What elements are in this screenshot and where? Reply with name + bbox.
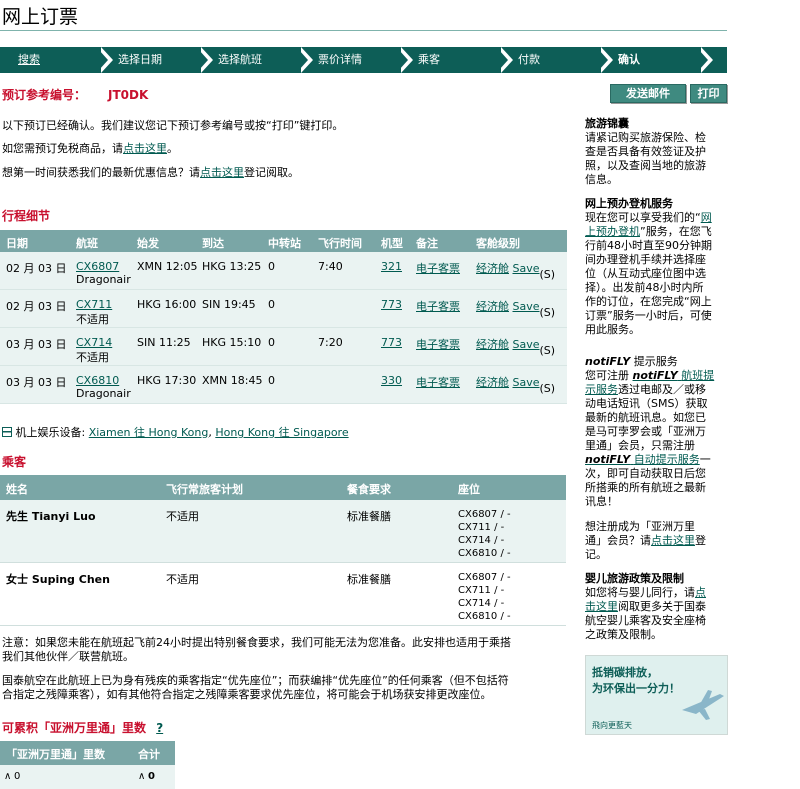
title-divider [0,30,727,31]
save-fare-link[interactable]: Save [513,262,540,275]
sidebar-notifly: notiFLY 提示服务 您可注册 notiFLY 航班提 示服务透过电邮及／或… [585,355,715,508]
booking-reference: 预订参考编号： JT0DK [2,86,148,103]
table-row: 02 月 03 日 CX6807 Dragonair XMN 12:05 HKG… [0,252,567,290]
offers-link[interactable]: 点击这里 [200,166,244,179]
save-fare-link[interactable]: Save [513,338,540,351]
send-email-button[interactable]: 发送邮件 [610,84,686,103]
miles-help-link[interactable]: ? [156,721,163,735]
save-fare-link[interactable]: Save [513,300,540,313]
eticket-link[interactable]: 电子客票 [416,336,460,352]
entertainment-line: 机上娱乐设备: Xiamen 往 Hong Kong, Hong Kong 往 … [2,426,349,440]
sidebar-online-checkin: 网上预办登机服务 现在您可以享受我们的“网 上预办登机”服务，在您飞 行前48小… [585,197,712,336]
asia-miles-icon: ∧ [138,771,146,782]
duty-free-link[interactable]: 点击这里 [123,142,167,155]
eticket-link[interactable]: 电子客票 [416,298,460,314]
itinerary-title: 行程细节 [2,209,51,223]
step-passengers: 乘客 [400,47,513,73]
step-select-date: 选择日期 [100,47,213,73]
page-title: 网上订票 [2,6,79,28]
entertainment-link-xmn-hkg[interactable]: Xiamen 往 Hong Kong [89,426,209,439]
online-checkin-link-2[interactable]: 上预办登机 [585,225,640,238]
duty-free-text: 如您需预订免税商品，请点击这里。 [2,142,178,155]
infant-policy-link-2[interactable]: 击这里 [585,600,618,613]
confirmation-text: 以下预订已经确认。我们建议您记下预订参考编号或按“打印”键打印。 [2,119,344,132]
step-fare-details: 票价详情 [300,47,413,73]
miles-header-row: 「亚洲万里通」里数 合计 [0,741,175,765]
booking-ref-label: 预订参考编号： [2,88,87,102]
seat-note: 国泰航空在此航班上已为身有残疾的乘客指定“优先座位”；而获编排“优先座位”的任何… [2,674,509,701]
step-confirmation: 确认 [600,47,713,73]
itinerary-table: 日期 航班 始发 到达 中转站 飞行时间 机型 备注 客舱级别 02 月 03 … [0,230,567,404]
entertainment-icon [2,427,12,437]
booking-ref-code: JT0DK [108,88,149,102]
miles-title: 可累积「亚洲万里通」里数 ? [2,721,164,735]
miles-table: 「亚洲万里通」里数 合计 ∧ 0 ∧ 0 [0,741,175,789]
eticket-link[interactable]: 电子客票 [416,260,460,276]
flight-link[interactable]: CX6810 [76,374,119,387]
airplane-icon [682,690,724,720]
asia-miles-icon: ∧ [4,771,12,782]
table-row: 03 月 03 日 CX714 不适用 SIN 11:25 HKG 15:10 … [0,328,567,366]
notifly-auto-link[interactable]: notiFLY 自动提示服务 [585,453,700,466]
sidebar-infant-policy: 婴儿旅游政策及限制 如您将与婴儿同行，请点 击这里阅取更多关于国泰 航空婴儿乘客… [585,572,706,641]
infant-policy-link[interactable]: 点 [695,586,706,599]
flight-link[interactable]: CX6807 [76,260,119,273]
entertainment-link-hkg-sin[interactable]: Hong Kong 往 Singapore [215,426,348,439]
aircraft-link[interactable]: 773 [381,298,402,311]
passengers-table: 姓名 飞行常旅客计划 餐食要求 座位 先生 Tianyi Luo 不适用 标准餐… [0,475,566,626]
carbon-offset-banner[interactable]: 抵销碳排放， 为环保出一分力！ 飛向更藍天 [585,655,728,735]
notifly-link[interactable]: notiFLY 航班提 [633,369,715,382]
step-payment: 付款 [500,47,613,73]
sidebar-travel-tips: 旅游锦囊 请紧记购买旅游保险、检 查是否具备有效签证及护 照，以及查阅当地的旅游… [585,117,706,186]
table-row: 先生 Tianyi Luo 不适用 标准餐膳 CX6807 / - CX711 … [0,500,566,563]
sidebar-membership: 想注册成为「亚洲万里 通」会员？请点击这里登 记。 [585,520,706,561]
step-select-flight: 选择航班 [200,47,313,73]
aircraft-link[interactable]: 321 [381,260,402,273]
itinerary-header-row: 日期 航班 始发 到达 中转站 飞行时间 机型 备注 客舱级别 [0,230,567,252]
online-checkin-link[interactable]: 网 [701,211,712,224]
booking-progress-bar: 搜索 选择日期 选择航班 票价详情 乘客 付款 确认 [0,47,727,73]
table-row: ∧ 0 ∧ 0 [0,765,175,789]
flight-link[interactable]: CX711 [76,298,112,311]
flight-link[interactable]: CX714 [76,336,112,349]
cabin-link[interactable]: 经济舱 [476,338,509,351]
cabin-link[interactable]: 经济舱 [476,376,509,389]
cabin-link[interactable]: 经济舱 [476,262,509,275]
aircraft-link[interactable]: 330 [381,374,402,387]
banner-footer: 飛向更藍天 [592,721,632,730]
offers-text: 想第一时间获悉我们的最新优惠信息？请点击这里登记阅取。 [2,166,299,179]
eticket-link[interactable]: 电子客票 [416,374,460,390]
print-button[interactable]: 打印 [690,84,727,103]
table-row: 女士 Suping Chen 不适用 标准餐膳 CX6807 / - CX711… [0,563,566,626]
membership-link[interactable]: 点击这里 [651,534,695,547]
table-row: 03 月 03 日 CX6810 Dragonair HKG 17:30 XMN… [0,366,567,404]
save-fare-link[interactable]: Save [513,376,540,389]
step-search[interactable]: 搜索 [0,47,113,73]
passengers-header-row: 姓名 飞行常旅客计划 餐食要求 座位 [0,475,566,500]
table-row: 02 月 03 日 CX711 不适用 HKG 16:00 SIN 19:45 … [0,290,567,328]
cabin-link[interactable]: 经济舱 [476,300,509,313]
aircraft-link[interactable]: 773 [381,336,402,349]
passengers-title: 乘客 [2,455,27,469]
notifly-link-2[interactable]: 示服务 [585,383,618,396]
meal-note: 注意：如果您未能在航班起飞前24小时提出特别餐食要求，我们可能无法为您准备。此安… [2,636,511,663]
